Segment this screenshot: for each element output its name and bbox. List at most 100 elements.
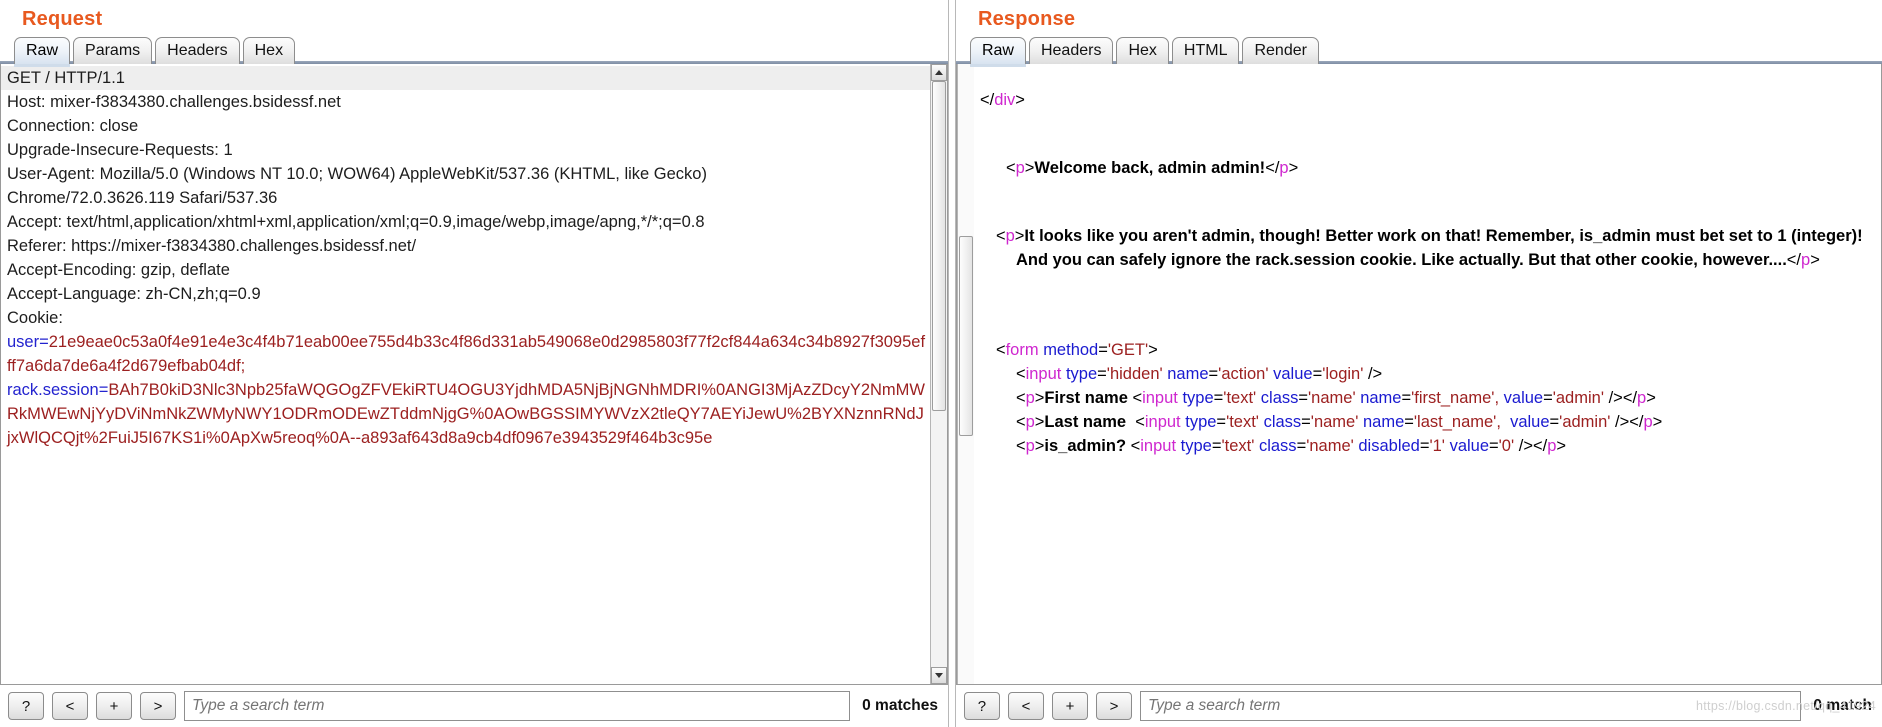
response-raw-editor[interactable]: </div> <p>Welcome back, admin admin!</p>… <box>974 64 1881 684</box>
response-left-scroll-thumb[interactable] <box>958 236 973 436</box>
chevron-down-icon <box>934 673 943 678</box>
last-p-tag: p <box>1025 413 1035 431</box>
isadmin-pc-tag: p <box>1547 437 1557 455</box>
request-line-connection: Connection: close <box>7 117 139 135</box>
isadmin-p-lt: < <box>1015 437 1026 455</box>
request-vertical-scrollbar[interactable] <box>929 64 947 684</box>
response-left-scroll-track[interactable] <box>957 64 974 684</box>
response-search-input[interactable] <box>1139 691 1802 721</box>
isadmin-value-disabled: '1' <box>1429 437 1445 455</box>
response-tab-html[interactable]: HTML <box>1171 37 1240 64</box>
first-value-value: 'admin' <box>1552 389 1604 407</box>
request-editor-wrap: GET / HTTP/1.1 Host: mixer-f3834380.chal… <box>0 64 948 685</box>
welcome-close-tag: p <box>1279 159 1289 177</box>
first-attr-value: value <box>1503 389 1544 407</box>
cookie-user-eq: = <box>39 333 49 351</box>
isadmin-attr-value: value <box>1449 437 1490 455</box>
response-editor-wrap: </div> <p>Welcome back, admin admin!</p>… <box>955 64 1882 685</box>
cookie-user-value-1: 21e9eae0c53a0f4e91e4e3c4f4b71eab00ee755d… <box>48 333 743 351</box>
request-panel: Request Raw Params Headers Hex GET / HTT… <box>0 0 948 727</box>
first-value-name: 'first_name', <box>1411 389 1500 407</box>
isadmin-attr-class: class <box>1258 437 1297 455</box>
request-cookie-user: user=21e9eae0c53a0f4e91e4e3c4f4b71eab00e… <box>1 330 930 378</box>
last-attr-value: value <box>1510 413 1550 431</box>
first-p-gt: > <box>1034 389 1045 407</box>
response-panel: Response Raw Headers Hex HTML Render </d… <box>955 0 1882 727</box>
welcome-close-lt: </ <box>1265 159 1280 177</box>
is-admin-label: is_admin? <box>1044 437 1131 455</box>
request-search-input[interactable] <box>184 691 851 721</box>
request-line-user-agent-2: Chrome/72.0.3626.119 Safari/537.36 <box>7 189 278 207</box>
first-value-type: 'text' <box>1223 389 1257 407</box>
response-search-prev-button[interactable]: < <box>1007 692 1044 720</box>
response-tab-headers[interactable]: Headers <box>1028 37 1114 64</box>
hidden-lt: < <box>1015 365 1026 383</box>
request-scroll-up-button[interactable] <box>930 64 947 81</box>
welcome-open-gt: > <box>1024 159 1035 177</box>
response-spacer-4 <box>974 202 1881 224</box>
request-tab-hex[interactable]: Hex <box>242 37 296 64</box>
last-attr-type: type <box>1185 413 1217 431</box>
hidden-value-name: 'action' <box>1218 365 1269 383</box>
panel-splitter[interactable] <box>947 0 956 727</box>
first-attr-name: name <box>1360 389 1402 407</box>
request-tab-strip: Raw Params Headers Hex <box>0 34 948 67</box>
response-tab-render[interactable]: Render <box>1242 37 1319 64</box>
response-left-scrollbar[interactable] <box>956 64 974 684</box>
first-name-label: First name <box>1044 389 1133 407</box>
request-search-add-button[interactable]: + <box>96 692 132 720</box>
response-search-bar: ? < + > 0 match <box>955 685 1882 727</box>
first-gt: /> <box>1608 389 1623 407</box>
request-panel-title: Request <box>22 8 103 30</box>
first-attr-class: class <box>1260 389 1299 407</box>
response-tab-hex[interactable]: Hex <box>1116 37 1169 64</box>
response-top-spacer <box>974 66 1881 88</box>
hidden-gt: /> <box>1367 365 1383 383</box>
isadmin-p-gt: > <box>1034 437 1045 455</box>
request-scroll-down-button[interactable] <box>930 667 947 684</box>
request-match-count: 0 matches <box>862 697 938 714</box>
hidden-value-value: 'login' <box>1322 365 1364 383</box>
hidden-value-type: 'hidden' <box>1106 365 1163 383</box>
welcome-open-tag: p <box>1015 159 1025 177</box>
hidden-tag: input <box>1025 365 1062 383</box>
burp-request-response-viewer: Request Raw Params Headers Hex GET / HTT… <box>0 0 1882 727</box>
response-search-help-button[interactable]: ? <box>963 692 1000 720</box>
response-search-add-button[interactable]: + <box>1051 692 1088 720</box>
isadmin-pc-gt: > <box>1556 437 1567 455</box>
response-line-is-admin: <p>is_admin? <input type='text' class='n… <box>1015 437 1567 455</box>
cookie-rack-session-value-4: 3af643d8a9cb4df0967e3943529f464b3c95e <box>388 429 713 447</box>
response-line-last-name: <p>Last name <input type='text' class='n… <box>1015 413 1663 431</box>
isadmin-value-value: '0' <box>1498 437 1515 455</box>
close-div-open: </ <box>979 91 995 109</box>
last-pc-tag: p <box>1643 413 1653 431</box>
request-raw-editor[interactable]: GET / HTTP/1.1 Host: mixer-f3834380.chal… <box>1 64 930 684</box>
welcome-text: Welcome back, admin admin! <box>1034 159 1266 177</box>
notice-close-tag: p <box>1801 251 1811 269</box>
form-attr-method: method <box>1043 341 1099 359</box>
response-line-close-div: </div> <box>974 88 1881 112</box>
request-scroll-thumb[interactable] <box>931 81 946 411</box>
isadmin-pc-lt: </ <box>1532 437 1548 455</box>
cookie-rack-session-value-1: BAh7B0kiD3Nlc3Npb25faWQGOgZFVEkiRTU4OGU3… <box>108 381 749 399</box>
request-scroll-track[interactable] <box>930 81 947 667</box>
request-tab-params[interactable]: Params <box>73 37 153 64</box>
request-search-prev-button[interactable]: < <box>52 692 88 720</box>
notice-open-gt: > <box>1014 227 1025 245</box>
last-value-class: 'name' <box>1310 413 1359 431</box>
request-line-request: GET / HTTP/1.1 <box>1 66 930 90</box>
response-search-next-button[interactable]: > <box>1095 692 1132 720</box>
request-tab-raw[interactable]: Raw <box>14 37 71 67</box>
request-search-bar: ? < + > 0 matches <box>0 685 948 727</box>
request-line-host: Host: mixer-f3834380.challenges.bsidessf… <box>7 93 341 111</box>
request-search-next-button[interactable]: > <box>140 692 176 720</box>
welcome-open-lt: < <box>1005 159 1016 177</box>
response-spacer-5 <box>974 272 1881 294</box>
request-search-help-button[interactable]: ? <box>8 692 44 720</box>
response-tab-raw[interactable]: Raw <box>969 37 1026 67</box>
hidden-attr-name: name <box>1167 365 1209 383</box>
response-line-form-open: <form method='GET'> <box>974 338 1881 362</box>
welcome-close-gt: > <box>1288 159 1299 177</box>
request-tab-headers[interactable]: Headers <box>155 37 240 64</box>
last-p-gt: > <box>1034 413 1045 431</box>
